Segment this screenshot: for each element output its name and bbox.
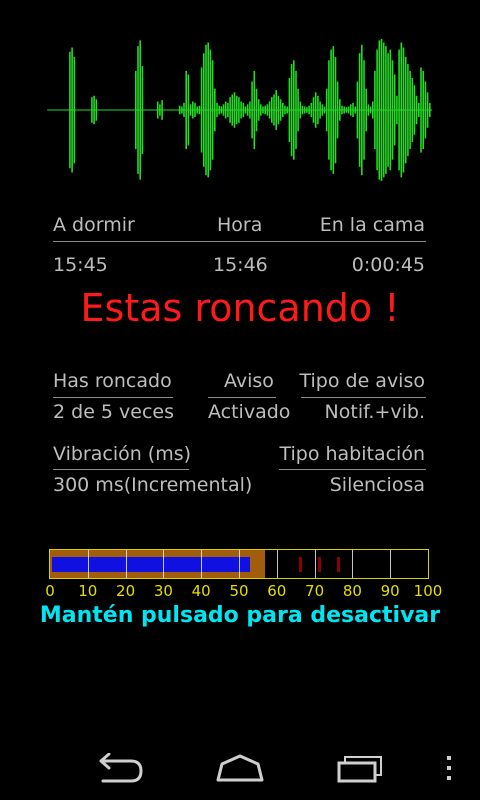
back-icon [99,753,143,783]
time-label: Hora [217,214,263,236]
overflow-menu-button[interactable] [424,748,474,788]
meter-gridline [163,550,165,578]
sleep-start-label: A dormir [53,214,135,236]
meter-scale-label: 10 [78,582,98,600]
peak-marker [299,557,303,572]
in-bed-label: En la cama [319,214,425,236]
snored-count-label: Has roncado [53,370,172,392]
meter-gridline [352,550,354,578]
snore-waveform [47,39,432,181]
meter-scale-label: 100 [413,582,443,600]
meter-scale-label: 0 [45,582,55,600]
meter-scale-label: 70 [305,582,325,600]
meter-gridline [239,550,240,578]
current-level-bar [52,557,251,572]
time-value: 15:46 [213,254,268,276]
home-button[interactable] [210,748,270,788]
meter-scale-label: 90 [380,582,400,600]
room-type-divider [279,469,426,470]
snoring-alert: Estas roncando ! [80,286,400,330]
room-type-label: Tipo habitación [279,443,425,465]
meter-scale-label: 20 [116,582,136,600]
meter-gridline [125,550,127,578]
meter-scale-label: 30 [153,582,173,600]
room-type-value: Silenciosa [329,474,425,496]
meter-gridline [276,550,278,578]
meter-gridline [390,550,392,578]
alert-status-divider [208,397,276,398]
meter-gridline [201,550,203,578]
home-icon [216,754,264,782]
meter-scale-label: 40 [191,582,211,600]
overflow-menu-icon [447,756,451,780]
vibration-label: Vibración (ms) [53,443,192,465]
stats-divider [53,241,426,242]
system-navigation-bar [0,736,480,800]
back-button[interactable] [90,748,150,788]
peak-marker [337,557,341,572]
snored-count-value: 2 de 5 veces [53,401,175,423]
alert-type-label: Tipo de aviso [299,370,425,392]
vibration-divider [53,469,189,470]
in-bed-value: 0:00:45 [351,254,425,276]
meter-scale-label: 50 [229,582,249,600]
snored-count-divider [53,397,173,398]
meter-scale-label: 60 [267,582,287,600]
alert-type-value: Notif.+vib. [324,401,425,423]
sleep-start-value: 15:45 [53,254,108,276]
recents-icon [337,756,382,783]
alert-type-divider [301,397,426,398]
meter-scale-label: 80 [342,582,362,600]
peak-marker [318,557,322,572]
alert-status-value: Activado [208,401,291,423]
long-press-hint[interactable]: Mantén pulsado para desactivar [0,603,480,628]
meter-gridline [87,550,89,578]
recents-button[interactable] [330,748,390,788]
sound-level-meter [49,549,429,579]
meter-gridline [314,550,316,578]
alert-status-label: Aviso [224,370,274,392]
vibration-value: 300 ms(Incremental) [53,474,253,496]
